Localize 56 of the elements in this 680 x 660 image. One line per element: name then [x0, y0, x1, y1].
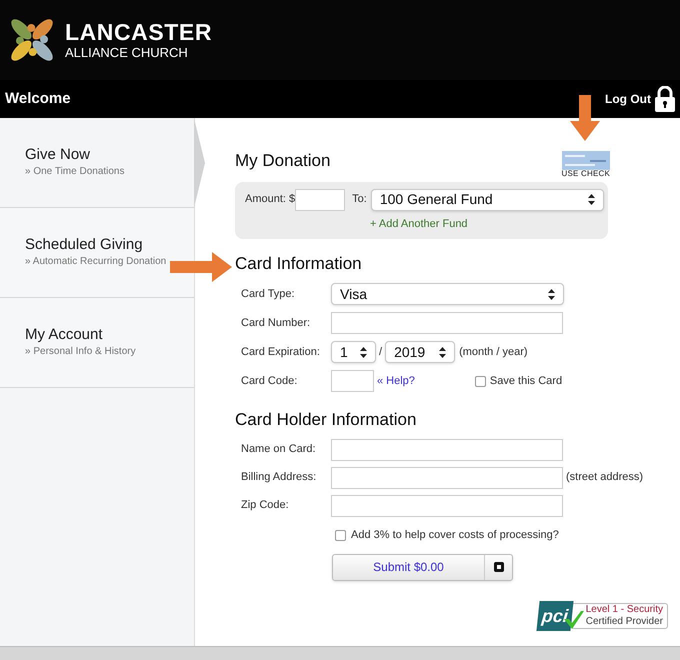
up-down-icon: [548, 288, 555, 300]
card-code-field[interactable]: [331, 370, 374, 392]
sidebar-item-subtitle: » Automatic Recurring Donation: [25, 255, 168, 270]
field-label: Card Number:: [241, 316, 312, 331]
add-fund-link[interactable]: + Add Another Fund: [370, 216, 468, 232]
fund-select[interactable]: 100 General Fund: [370, 188, 604, 210]
lock-icon: [655, 86, 675, 112]
field-label: Card Expiration:: [241, 344, 321, 360]
check-image-icon: [562, 150, 610, 170]
pci-logo: pci: [536, 600, 574, 630]
field-label: Zip Code:: [241, 498, 290, 514]
welcome-title: Welcome: [5, 88, 71, 109]
card-type-select[interactable]: Visa: [331, 283, 564, 305]
text-field[interactable]: [331, 494, 563, 516]
checkbox-label: Add 3% to help cover costs of processing?: [351, 528, 559, 543]
stop-icon: [494, 562, 504, 572]
to-label: To:: [352, 192, 367, 208]
badge-level: Level 1 - Security: [586, 604, 663, 616]
checkbox-label: Save this Card: [490, 374, 562, 389]
sidebar-item-title: Scheduled Giving: [25, 236, 144, 254]
submit-button[interactable]: Submit $0.00: [332, 554, 513, 580]
field-hint: (street address): [566, 470, 644, 486]
up-down-icon: [588, 194, 595, 205]
logo-title: LANCASTER: [65, 21, 212, 44]
month-select[interactable]: 1: [331, 341, 376, 363]
field-label: Card Type:: [241, 286, 296, 302]
year-select[interactable]: 2019: [385, 341, 456, 363]
logo-subtitle: ALLIANCE CHURCH: [65, 46, 189, 59]
sidebar-item-title: Give Now: [25, 146, 92, 164]
section-heading: My Donation: [235, 150, 330, 172]
selected-chevron-icon: [194, 118, 205, 208]
expiration-hint: (month / year): [459, 344, 528, 360]
field-label: Name on Card:: [241, 442, 317, 458]
up-down-icon: [439, 346, 446, 358]
section-heading: Card Information: [235, 253, 363, 275]
badge-certified: Certified Provider: [586, 616, 663, 628]
sidebar-item-subtitle: » Personal Info & History: [25, 345, 137, 360]
help-link[interactable]: « Help?: [377, 372, 415, 390]
sidebar-item-title: My Account: [25, 326, 104, 344]
save-card-checkbox[interactable]: [474, 376, 486, 386]
text-field[interactable]: [331, 438, 563, 460]
section-heading: Card Holder Information: [235, 408, 418, 430]
use-check-button[interactable]: USE CHECK: [562, 150, 610, 178]
field-label: Card Code:: [241, 374, 298, 389]
logout-button[interactable]: Log Out: [605, 86, 675, 112]
processing-fee-checkbox[interactable]: [335, 530, 346, 541]
amount-label: Amount: $: [245, 192, 296, 208]
text-field[interactable]: [331, 466, 563, 488]
field-label: Billing Address:: [241, 470, 318, 486]
sidebar-item-subtitle: » One Time Donations: [25, 165, 126, 180]
up-down-icon: [360, 346, 367, 358]
amount-field[interactable]: [295, 188, 346, 210]
right-arrow-annotation: [170, 252, 232, 282]
down-arrow-annotation: [570, 95, 600, 141]
date-separator: /: [379, 344, 382, 360]
card-number-field[interactable]: [331, 312, 563, 334]
